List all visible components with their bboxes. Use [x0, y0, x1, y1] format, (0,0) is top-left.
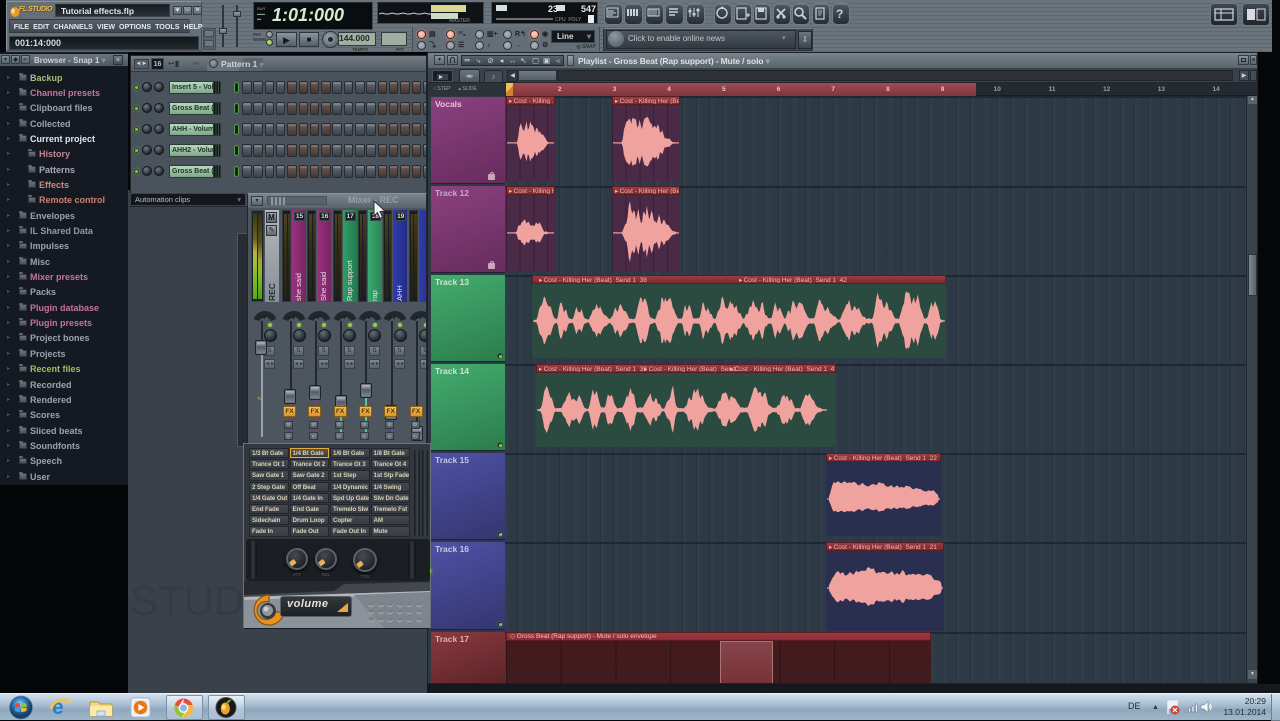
svg-text:MASTER: MASTER [449, 18, 470, 23]
svg-text:CPU POLY: CPU POLY [555, 17, 582, 23]
svg-text:?: ? [836, 7, 843, 21]
svg-text:547: 547 [581, 4, 596, 14]
